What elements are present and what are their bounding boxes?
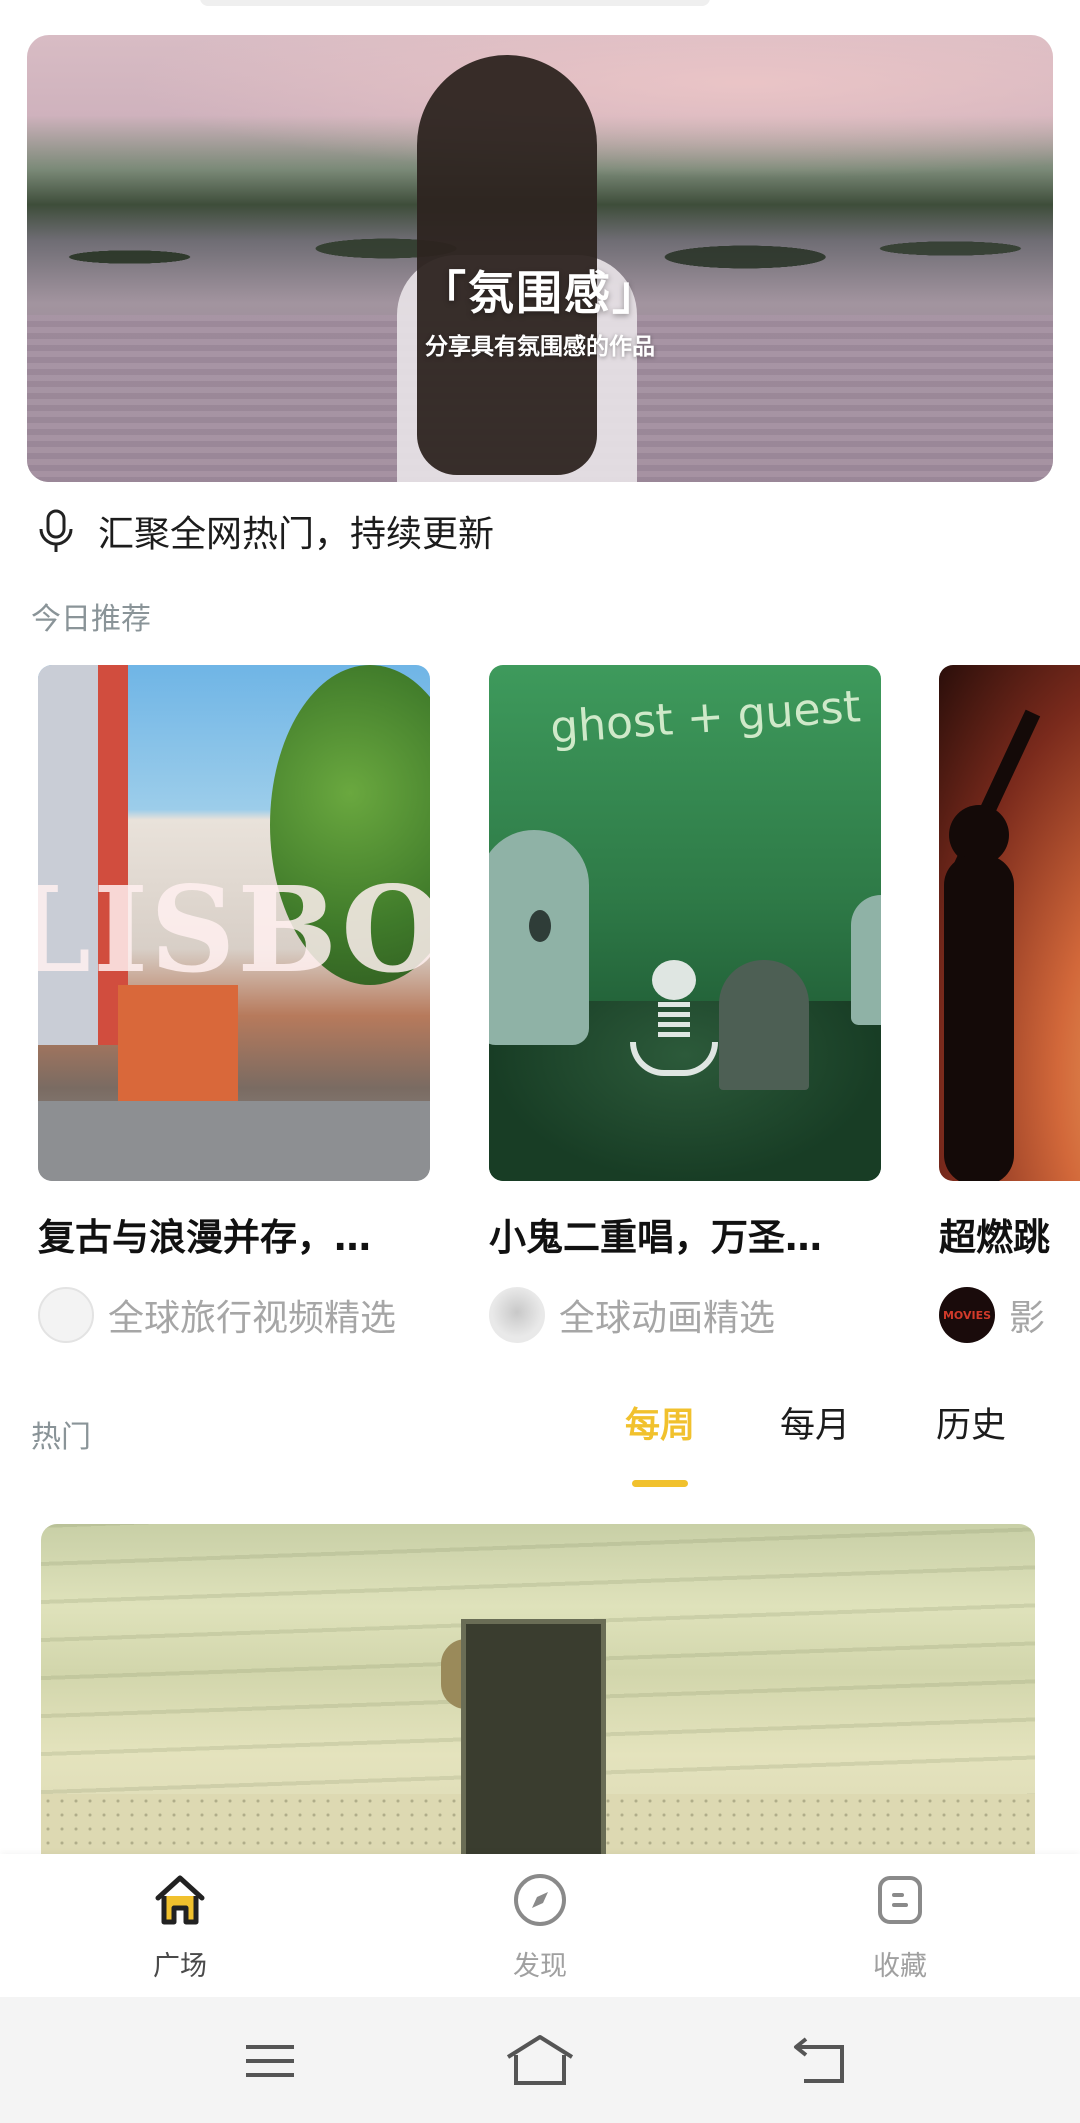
- nav-item-plaza[interactable]: 广场: [100, 1870, 260, 1983]
- menu-icon[interactable]: [234, 2033, 306, 2089]
- recommend-thumbnail[interactable]: [939, 665, 1080, 1181]
- compass-icon: [514, 1874, 566, 1926]
- bookmark-icon: [878, 1876, 922, 1924]
- dancer-body: [944, 855, 1014, 1181]
- thumb-ghost-right: [851, 895, 881, 1025]
- thumb-ghost-left: [489, 830, 589, 1045]
- hot-card-chair: [461, 1619, 606, 1854]
- author-avatar: [38, 1287, 94, 1343]
- author-name: 全球旅行视频精选: [108, 1298, 397, 1339]
- recommend-thumbnail[interactable]: LISBON: [38, 665, 430, 1181]
- avatar-text: MOVIES: [942, 1308, 992, 1322]
- recommend-list[interactable]: LISBON 复古与浪漫并存，… 全球旅行视频精选 ghost + guest: [38, 665, 1080, 1365]
- tab-history[interactable]: 历史: [936, 1397, 1006, 1448]
- nav-label: 广场: [153, 1951, 207, 1982]
- author-avatar: [489, 1287, 545, 1343]
- tab-weekly[interactable]: 每周: [625, 1397, 695, 1448]
- home-outline-icon[interactable]: [504, 2033, 576, 2089]
- thumb-lisbon-text: LISBON: [38, 860, 430, 999]
- skeleton-legs: [630, 1042, 718, 1076]
- recommend-author[interactable]: 全球旅行视频精选: [38, 1287, 430, 1343]
- thumb-orange-building: [118, 985, 238, 1105]
- thumb-skeleton: [624, 960, 724, 1085]
- nav-label: 发现: [513, 1951, 567, 1982]
- banner-subtitle: 分享具有氛围感的作品: [425, 334, 655, 360]
- recommend-title[interactable]: 复古与浪漫并存，…: [38, 1207, 430, 1261]
- skeleton-skull: [652, 960, 696, 1000]
- notice-bar[interactable]: 汇聚全网热门，持续更新: [36, 503, 494, 559]
- back-icon[interactable]: [784, 2033, 856, 2089]
- nav-label: 收藏: [873, 1951, 927, 1982]
- recommend-card[interactable]: 超燃跳 MOVIES 影: [939, 665, 1080, 1343]
- thumb-tombstone: [719, 960, 809, 1090]
- recommend-title[interactable]: 超燃跳: [939, 1207, 1080, 1261]
- banner-title: 「氛围感」: [420, 266, 660, 320]
- author-name: 影: [1009, 1298, 1046, 1339]
- ghost-mouth: [529, 910, 551, 942]
- recommend-author[interactable]: MOVIES 影: [939, 1287, 1080, 1343]
- recommend-thumbnail[interactable]: ghost + guest: [489, 665, 881, 1181]
- recommend-section-label: 今日推荐: [31, 602, 151, 637]
- home-icon: [155, 1875, 205, 1925]
- tab-active-indicator: [632, 1480, 688, 1487]
- recommend-author[interactable]: 全球动画精选: [489, 1287, 881, 1343]
- author-name: 全球动画精选: [559, 1298, 776, 1339]
- microphone-icon: [39, 509, 73, 552]
- featured-banner[interactable]: 「氛围感」 分享具有氛围感的作品: [27, 35, 1053, 482]
- thumb-street: [38, 1101, 430, 1181]
- recommend-title[interactable]: 小鬼二重唱，万圣…: [489, 1207, 881, 1261]
- hot-period-tabs: 每周 每月 历史: [580, 1397, 1080, 1487]
- recommend-card[interactable]: ghost + guest 小鬼二重唱，万圣… 全球动画精选: [489, 665, 881, 1343]
- nav-item-discover[interactable]: 发现: [460, 1870, 620, 1983]
- search-bar-edge[interactable]: [200, 0, 710, 6]
- bottom-navigation: 广场 发现 收藏: [0, 1854, 1080, 1997]
- nav-item-favorites[interactable]: 收藏: [820, 1870, 980, 1983]
- recommend-card[interactable]: LISBON 复古与浪漫并存，… 全球旅行视频精选: [38, 665, 430, 1343]
- system-navigation-bar: [0, 1997, 1080, 2123]
- thumb-dancer: [939, 705, 1041, 1181]
- hot-video-card[interactable]: [41, 1524, 1035, 1854]
- notice-text: 汇聚全网热门，持续更新: [98, 514, 495, 555]
- skeleton-ribs: [658, 1002, 690, 1038]
- thumb-ghost-text: ghost + guest: [548, 681, 863, 754]
- app-screen: 「氛围感」 分享具有氛围感的作品 汇聚全网热门，持续更新 今日推荐 LISBON…: [0, 0, 1080, 2123]
- hot-section-label: 热门: [31, 1420, 91, 1455]
- author-avatar: MOVIES: [939, 1287, 995, 1343]
- tab-monthly[interactable]: 每月: [780, 1397, 850, 1448]
